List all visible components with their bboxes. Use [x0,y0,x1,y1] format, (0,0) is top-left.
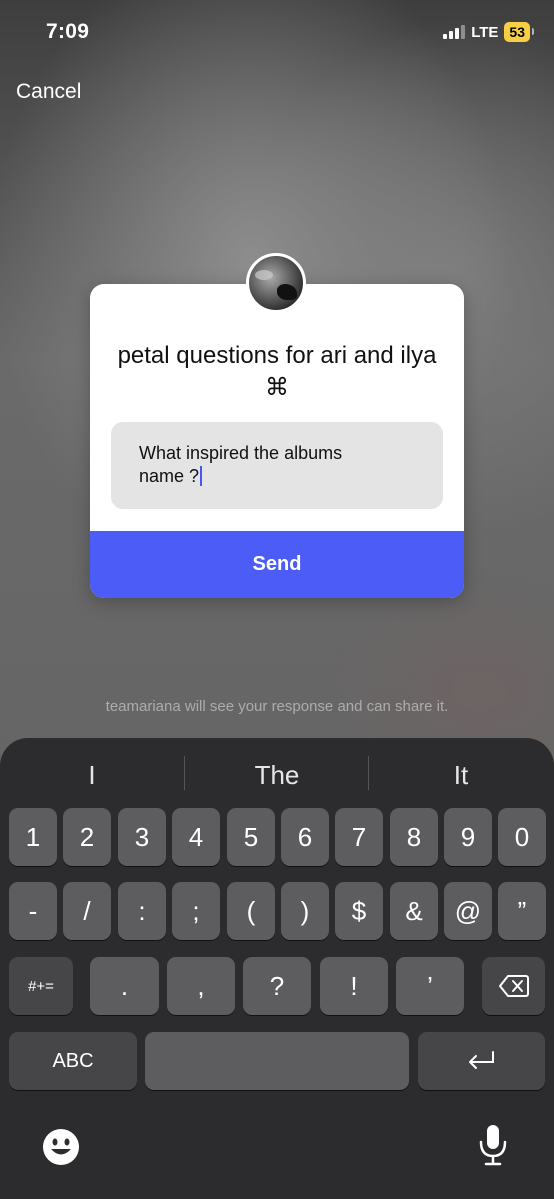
cancel-button[interactable]: Cancel [16,80,81,104]
key-5[interactable]: 5 [227,808,275,866]
backspace-icon [498,975,529,997]
question-title: petal questions for ari and ilya ⌘ [117,342,437,401]
key-4[interactable]: 4 [172,808,220,866]
key-dollar[interactable]: $ [335,882,383,940]
send-button[interactable]: Send [90,531,464,598]
avatar [246,253,306,313]
key-6[interactable]: 6 [281,808,329,866]
key-slash[interactable]: / [63,882,111,940]
key-close-paren[interactable]: ) [281,882,329,940]
key-semicolon[interactable]: ; [172,882,220,940]
key-hyphen[interactable]: - [9,882,57,940]
emoji-icon[interactable] [42,1128,80,1166]
status-time: 7:09 [46,20,90,43]
key-apostrophe[interactable]: ’ [396,957,464,1015]
suggestion-3[interactable]: It [369,760,553,791]
key-quote[interactable]: ” [498,882,546,940]
network-type: LTE [471,23,499,41]
key-exclamation[interactable]: ! [320,957,388,1015]
key-period[interactable]: . [90,957,159,1015]
suggestion-2[interactable]: The [185,760,369,791]
return-key[interactable] [418,1032,545,1090]
key-8[interactable]: 8 [390,808,438,866]
key-colon[interactable]: : [118,882,166,940]
backspace-key[interactable] [482,957,545,1015]
suggestion-1[interactable]: I [0,760,184,791]
key-at[interactable]: @ [444,882,492,940]
key-more-symbols[interactable]: #+= [9,957,73,1015]
key-comma[interactable]: , [167,957,235,1015]
signal-icon [443,25,466,39]
mic-icon[interactable] [478,1124,508,1166]
question-card: petal questions for ari and ilya ⌘ What … [90,284,464,598]
answer-input[interactable]: What inspired the albums name ? [111,422,443,509]
key-open-paren[interactable]: ( [227,882,275,940]
key-abc[interactable]: ABC [9,1032,137,1090]
return-icon [468,1051,494,1069]
key-ampersand[interactable]: & [390,882,438,940]
key-7[interactable]: 7 [335,808,383,866]
text-caret [200,466,203,486]
answer-text-line2: name ? [139,466,200,486]
key-0[interactable]: 0 [498,808,546,866]
answer-text-line1: What inspired the albums [139,443,343,463]
key-9[interactable]: 9 [444,808,492,866]
key-2[interactable]: 2 [63,808,111,866]
space-key[interactable] [145,1032,409,1090]
key-question[interactable]: ? [243,957,311,1015]
battery-icon: 53 [504,22,534,42]
share-notice: teamariana will see your response and ca… [105,698,449,715]
status-indicators: LTE 53 [443,22,534,42]
key-3[interactable]: 3 [118,808,166,866]
keyboard: I The It 1 2 3 4 5 6 7 8 9 0 - / : ; ( )… [0,738,554,1199]
key-1[interactable]: 1 [9,808,57,866]
